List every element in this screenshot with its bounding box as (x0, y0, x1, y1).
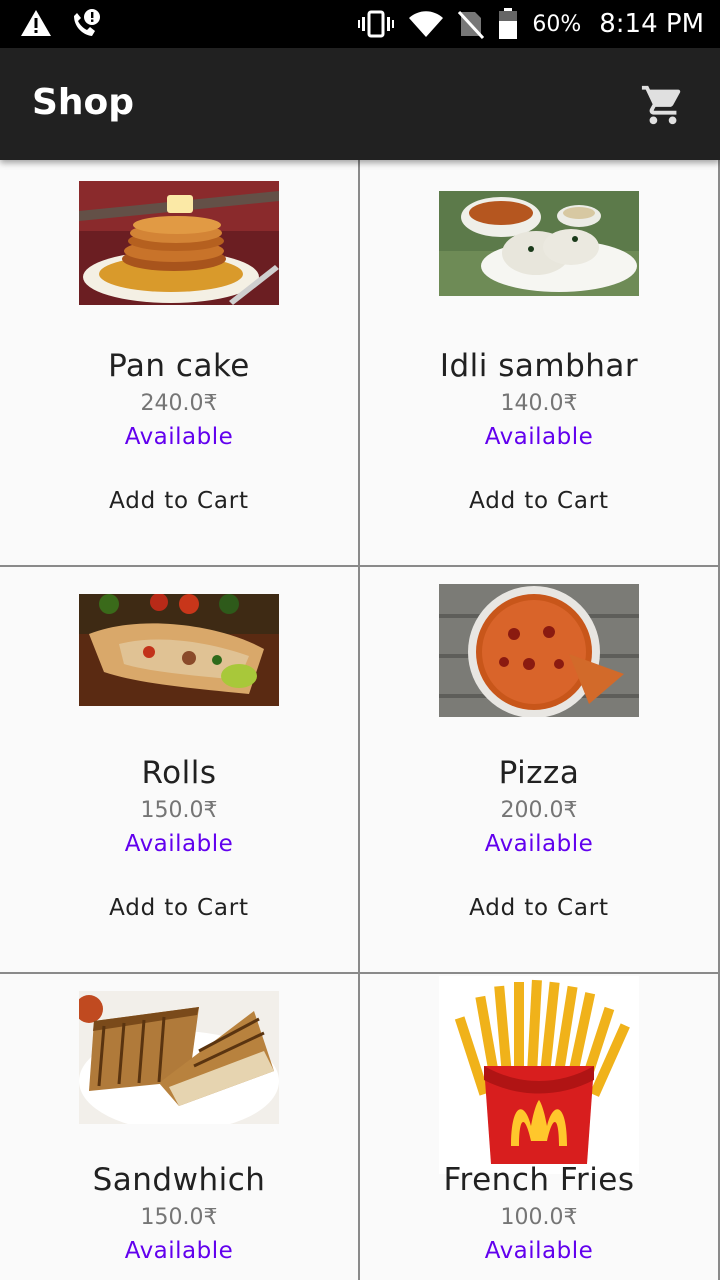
status-bar: 60% 8:14 PM (0, 0, 720, 48)
product-card[interactable]: Pan cake 240.0₹ Available Add to Cart (0, 160, 360, 567)
add-to-cart-button[interactable]: Add to Cart (79, 476, 279, 526)
battery-icon (499, 8, 518, 39)
clock: 8:14 PM (599, 9, 704, 39)
product-grid: Pan cake 240.0₹ Available Add to Cart Id… (0, 160, 720, 1280)
app-bar: Shop (0, 48, 720, 160)
warning-icon (21, 10, 51, 36)
availability-status: Available (484, 831, 594, 857)
product-card[interactable]: Sandwhich 150.0₹ Available (0, 974, 360, 1280)
product-price: 150.0₹ (140, 798, 218, 823)
french-fries-image (439, 976, 639, 1174)
product-price: 100.0₹ (500, 1205, 578, 1230)
battery-percent: 60% (532, 11, 582, 37)
product-name: French Fries (443, 1162, 635, 1198)
product-name: Rolls (141, 755, 217, 791)
product-price: 140.0₹ (500, 391, 578, 416)
product-card[interactable]: Rolls 150.0₹ Available Add to Cart (0, 567, 360, 974)
rolls-image (79, 594, 279, 706)
availability-status: Available (124, 424, 234, 450)
product-name: Idli sambhar (439, 348, 639, 384)
idli-sambhar-image (439, 191, 639, 296)
page-title: Shop (32, 82, 135, 123)
add-to-cart-button[interactable]: Add to Cart (439, 883, 639, 933)
availability-status: Available (124, 1238, 234, 1264)
pizza-image (439, 584, 639, 717)
add-to-cart-button[interactable]: Add to Cart (79, 883, 279, 933)
add-to-cart-button[interactable]: Add to Cart (439, 476, 639, 526)
product-card[interactable]: French Fries 100.0₹ Available (360, 974, 720, 1280)
no-sim-icon (458, 10, 485, 39)
vibrate-icon (358, 10, 395, 38)
shopping-cart-icon[interactable] (640, 82, 686, 128)
product-price: 150.0₹ (140, 1205, 218, 1230)
product-price: 240.0₹ (140, 391, 218, 416)
pancake-image (79, 181, 279, 305)
product-name: Sandwhich (92, 1162, 266, 1198)
sandwich-image (79, 991, 279, 1124)
availability-status: Available (124, 831, 234, 857)
call-alert-icon (74, 9, 100, 36)
availability-status: Available (484, 1238, 594, 1264)
product-card[interactable]: Idli sambhar 140.0₹ Available Add to Car… (360, 160, 720, 567)
availability-status: Available (484, 424, 594, 450)
product-name: Pizza (498, 755, 580, 791)
product-price: 200.0₹ (500, 798, 578, 823)
product-name: Pan cake (108, 348, 250, 384)
product-card[interactable]: Pizza 200.0₹ Available Add to Cart (360, 567, 720, 974)
wifi-icon (409, 11, 444, 37)
